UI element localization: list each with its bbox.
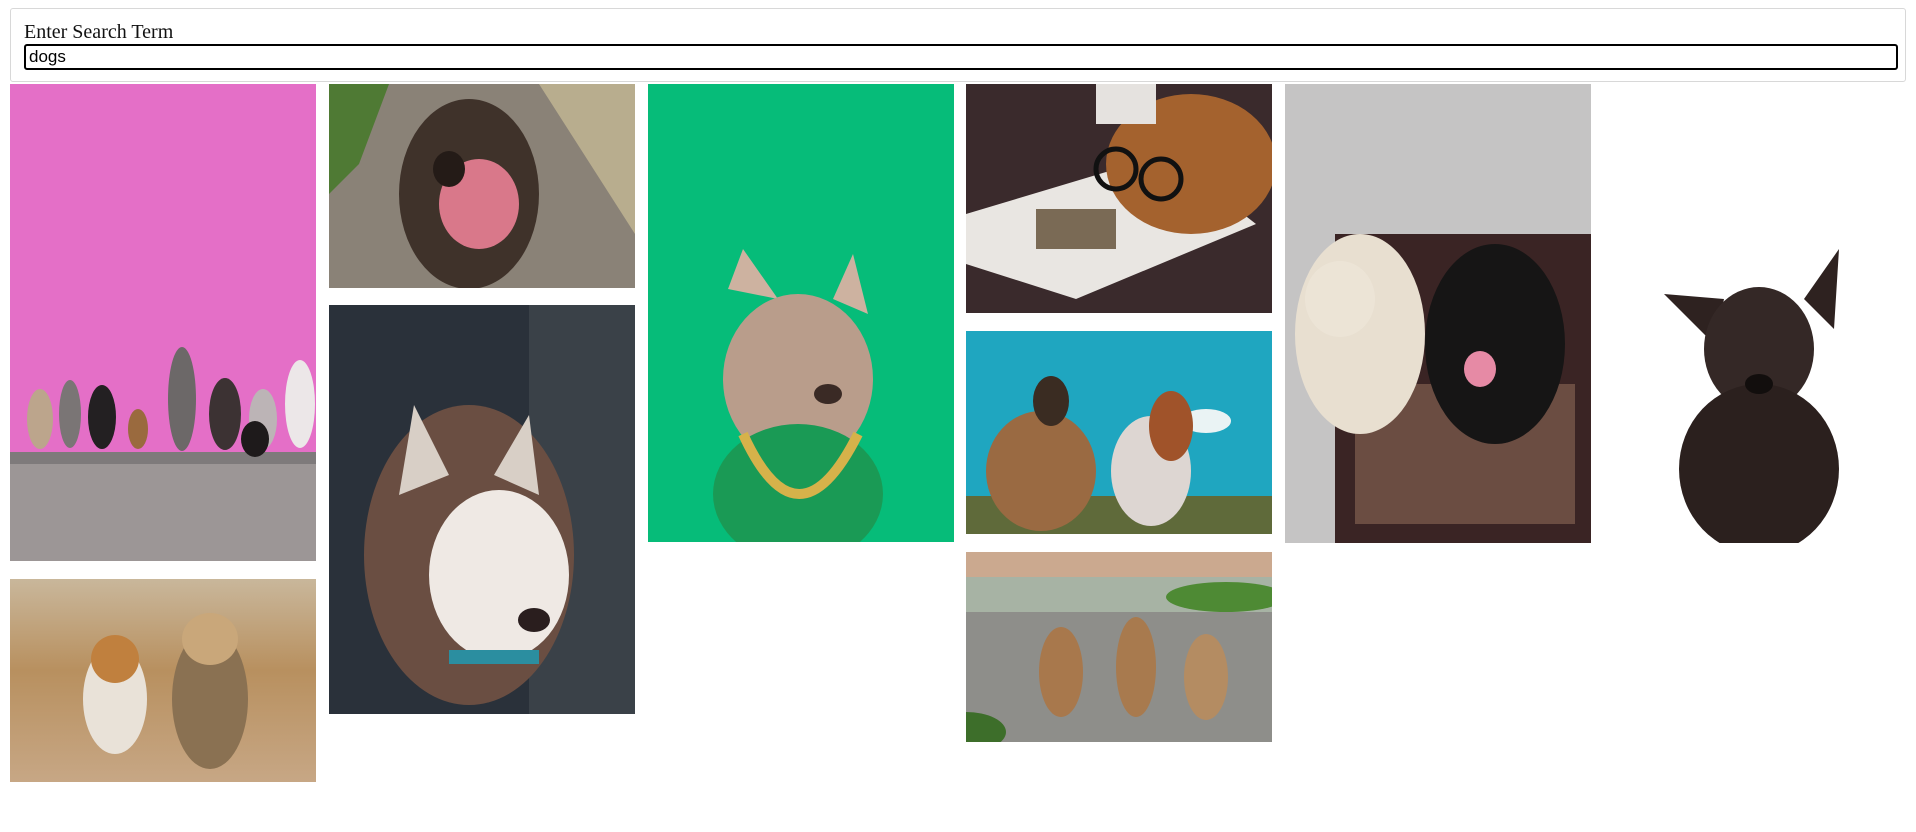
search-label: Enter Search Term bbox=[24, 21, 174, 43]
result-image-husky[interactable] bbox=[329, 305, 635, 714]
result-image-dog-with-glasses[interactable] bbox=[966, 84, 1272, 313]
result-image-two-dogs-on-rug[interactable] bbox=[1285, 84, 1591, 543]
result-image-french-bulldog[interactable] bbox=[648, 84, 954, 542]
result-image-black-dog[interactable] bbox=[1604, 84, 1910, 543]
search-form: Enter Search Term bbox=[10, 8, 1906, 82]
result-image-brown-dog-licking[interactable] bbox=[329, 84, 635, 288]
result-image-two-dogs-looking-up[interactable] bbox=[966, 331, 1272, 534]
search-input[interactable] bbox=[24, 44, 1898, 70]
result-image-corgi-and-yorkie[interactable] bbox=[10, 579, 316, 782]
result-image-dogs-pink-wall[interactable] bbox=[10, 84, 316, 561]
result-image-three-puppies[interactable] bbox=[966, 552, 1272, 742]
